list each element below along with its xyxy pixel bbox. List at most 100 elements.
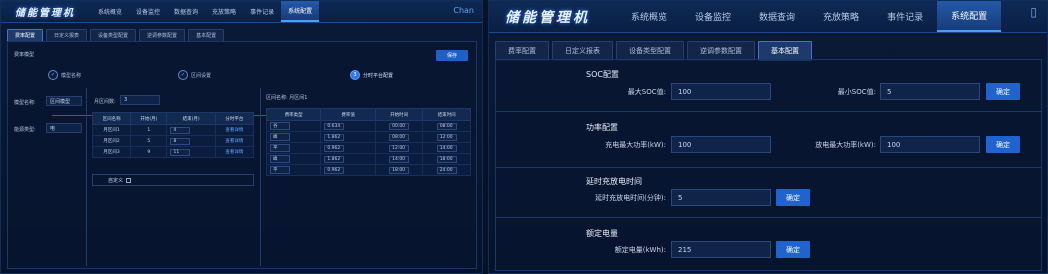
- month-count-select[interactable]: 3: [120, 95, 160, 105]
- power-confirm-button[interactable]: 确定: [986, 136, 1020, 153]
- custom-checkbox[interactable]: [126, 177, 132, 183]
- rate-type-select[interactable]: 谷: [270, 122, 290, 130]
- cell-end-select[interactable]: 4: [166, 124, 216, 136]
- start-time-select[interactable]: 12:00: [389, 144, 410, 152]
- rate-value-input[interactable]: 0.962: [324, 144, 345, 152]
- nav-overview[interactable]: 系统概览: [91, 1, 129, 22]
- rate-value-cell[interactable]: 1.862: [320, 153, 376, 165]
- end-time-select[interactable]: 12:00: [436, 133, 457, 141]
- start-time-cell[interactable]: 14:00: [374, 153, 424, 165]
- end-month-select[interactable]: 4: [170, 126, 191, 134]
- end-time-select[interactable]: 08:00: [436, 122, 457, 130]
- start-time-select[interactable]: 08:00: [389, 133, 410, 141]
- delay-section: 延时充放电时间 延时充放电时间(分钟): 5 确定: [496, 168, 1041, 218]
- nav-system-config[interactable]: 系统配置: [937, 1, 1002, 32]
- top-bar: 储能管理机 系统概览 设备监控 数据查询 充放策略 事件记录 系统配置 Chan: [1, 1, 482, 23]
- end-time-select[interactable]: 14:00: [436, 144, 457, 152]
- divider-left: [86, 88, 87, 266]
- nav-charge-strategy[interactable]: 充放策略: [809, 1, 873, 32]
- save-button[interactable]: 保存: [436, 50, 468, 61]
- cell-end-select[interactable]: 11: [166, 146, 216, 158]
- tab-inverter-params[interactable]: 逆调参数配置: [687, 41, 755, 61]
- rate-value-input[interactable]: 0.962: [324, 166, 345, 174]
- cell-action: 查看详情: [214, 135, 255, 147]
- col-header: 开始时间: [374, 108, 424, 121]
- view-detail-link[interactable]: 查看详情: [225, 128, 243, 133]
- rate-value-input[interactable]: 1.862: [324, 133, 345, 141]
- rate-type-select[interactable]: 峰: [270, 155, 290, 163]
- divider-right: [260, 88, 261, 266]
- power-title: 功率配置: [586, 123, 618, 132]
- min-soc-label: 最小SOC值:: [837, 88, 876, 96]
- view-detail-link[interactable]: 查看详情: [225, 150, 243, 155]
- end-time-cell[interactable]: 18:00: [422, 153, 471, 165]
- table-row: 月区间2 5 8 查看详情: [91, 135, 255, 147]
- max-soc-input[interactable]: 100: [671, 83, 771, 100]
- start-time-cell[interactable]: 12:00: [374, 142, 424, 154]
- rate-type-select[interactable]: 平: [270, 166, 290, 174]
- end-month-select[interactable]: 8: [170, 137, 191, 145]
- rate-type-select[interactable]: 平: [270, 144, 290, 152]
- end-time-cell[interactable]: 24:00: [422, 164, 471, 176]
- tab-rate-config[interactable]: 费率配置: [495, 41, 549, 61]
- discharge-max-input[interactable]: 100: [880, 136, 980, 153]
- nav-charge-strategy[interactable]: 充放策略: [205, 1, 243, 22]
- nav-event-log[interactable]: 事件记录: [873, 1, 937, 32]
- rate-type-cell[interactable]: 谷: [265, 120, 322, 132]
- delay-confirm-button[interactable]: 确定: [776, 189, 810, 206]
- rate-type-cell[interactable]: 峰: [265, 153, 322, 165]
- end-time-cell[interactable]: 08:00: [422, 120, 471, 132]
- nav-overview[interactable]: 系统概览: [617, 1, 681, 32]
- nav-device-monitor[interactable]: 设备监控: [681, 1, 745, 32]
- bell-icon[interactable]: ▯: [1030, 5, 1037, 19]
- power-type-select[interactable]: 电: [46, 123, 82, 133]
- start-time-cell[interactable]: 00:00: [374, 120, 424, 132]
- capacity-section: 额定电量 额定电量(kWh): 215 确定: [496, 218, 1041, 270]
- step-2: ✓ 区间设置: [178, 70, 211, 80]
- rate-value-input[interactable]: 1.862: [324, 155, 345, 163]
- soc-confirm-button[interactable]: 确定: [986, 83, 1020, 100]
- top-right-label[interactable]: Chan: [453, 6, 474, 15]
- capacity-input[interactable]: 215: [671, 241, 771, 258]
- model-name-label: 模型名称:: [14, 100, 36, 106]
- rate-type-cell[interactable]: 峰: [265, 131, 322, 143]
- nav-data-query[interactable]: 数据查询: [167, 1, 205, 22]
- start-time-cell[interactable]: 08:00: [374, 131, 424, 143]
- capacity-confirm-button[interactable]: 确定: [776, 241, 810, 258]
- table-row: 月区间1 1 4 查看详情: [91, 124, 255, 136]
- end-month-select[interactable]: 11: [170, 148, 191, 156]
- tab-daily-report[interactable]: 日定义报表: [552, 41, 613, 61]
- rate-type-cell[interactable]: 平: [265, 164, 322, 176]
- tab-basic-config[interactable]: 基本配置: [758, 41, 812, 61]
- model-name-field[interactable]: 区间模型: [46, 96, 82, 106]
- nav-data-query[interactable]: 数据查询: [745, 1, 809, 32]
- min-soc-input[interactable]: 5: [880, 83, 980, 100]
- rate-type-cell[interactable]: 平: [265, 142, 322, 154]
- rate-value-cell[interactable]: 1.862: [320, 131, 376, 143]
- view-detail-link[interactable]: 查看详情: [225, 139, 243, 144]
- nav-device-monitor[interactable]: 设备监控: [129, 1, 167, 22]
- nav-event-log[interactable]: 事件记录: [243, 1, 281, 22]
- start-time-select[interactable]: 14:00: [389, 155, 410, 163]
- table-header-row: 区间名称 开始(月) 结束(月) 分时平台: [91, 112, 255, 125]
- nav-system-config[interactable]: 系统配置: [281, 1, 320, 22]
- rate-value-input[interactable]: 0.634: [324, 122, 345, 130]
- end-time-select[interactable]: 18:00: [436, 155, 457, 163]
- delay-input[interactable]: 5: [671, 189, 771, 206]
- end-time-cell[interactable]: 12:00: [422, 131, 471, 143]
- rate-value-cell[interactable]: 0.634: [320, 120, 376, 132]
- rate-value-cell[interactable]: 0.962: [320, 142, 376, 154]
- capacity-title: 额定电量: [586, 229, 618, 238]
- period-label: 区间名称: 月区间1: [266, 95, 308, 101]
- start-time-cell[interactable]: 18:00: [374, 164, 424, 176]
- end-time-cell[interactable]: 14:00: [422, 142, 471, 154]
- rate-type-select[interactable]: 峰: [270, 133, 290, 141]
- cell-end-select[interactable]: 8: [166, 135, 216, 147]
- start-time-select[interactable]: 00:00: [389, 122, 410, 130]
- custom-row: 自定义: [92, 174, 254, 186]
- rate-value-cell[interactable]: 0.962: [320, 164, 376, 176]
- step-3-number: 3: [350, 70, 360, 80]
- end-time-select[interactable]: 24:00: [436, 166, 457, 174]
- start-time-select[interactable]: 18:00: [389, 166, 410, 174]
- tab-device-type[interactable]: 设备类型配置: [616, 41, 684, 61]
